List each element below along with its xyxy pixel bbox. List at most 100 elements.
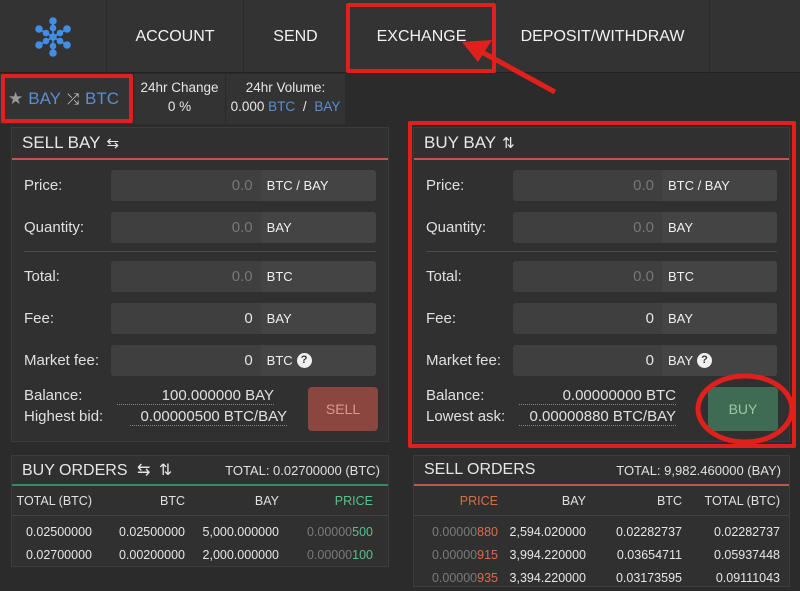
buy-fee-row: Fee: 0 BAY — [426, 303, 777, 334]
col-price[interactable]: PRICE — [285, 494, 379, 508]
buy-total-unit: BTC — [661, 261, 777, 292]
buy-market-fee-input[interactable]: 0 — [513, 345, 662, 376]
buy-price-input[interactable]: 0.0 — [513, 170, 662, 201]
price-dim: 0.00000 — [431, 547, 478, 562]
buy-market-fee-row: Market fee: 0 BAY ? — [426, 345, 777, 376]
table-row[interactable]: 0.00000880 2,594.020000 0.02282737 0.022… — [414, 520, 789, 543]
sell-panel: SELL BAY ⇆ Price: 0.0 BTC / BAY Quantity… — [11, 127, 389, 442]
top-nav: ACCOUNT SEND EXCHANGE DEPOSIT/WITHDRAW — [0, 0, 800, 73]
sell-orders-columns: PRICE BAY BTC TOTAL (BTC) — [414, 486, 789, 516]
sell-qty-unit: BAY — [260, 212, 377, 243]
buy-lowest-ask: Lowest ask: 0.00000880 BTC/BAY — [426, 408, 676, 426]
sort-icon[interactable]: ⇅ — [159, 462, 172, 479]
buy-balance-label: Balance: — [426, 387, 485, 404]
table-row[interactable]: 0.02500000 0.02500000 5,000.000000 0.000… — [12, 520, 388, 543]
cell-price: 0.00000100 — [285, 548, 379, 562]
sell-price-input[interactable]: 0.0 — [111, 170, 261, 201]
sell-market-fee-input[interactable]: 0 — [111, 345, 261, 376]
cell-bay: 2,000.000000 — [202, 547, 279, 562]
logo[interactable] — [0, 0, 107, 73]
star-icon[interactable]: ★ — [8, 89, 23, 109]
cell-btc: 0.00200000 — [118, 547, 185, 562]
col-price[interactable]: PRICE — [414, 494, 504, 508]
tab-deposit-withdraw[interactable]: DEPOSIT/WITHDRAW — [496, 0, 710, 73]
col-bay[interactable]: BAY — [504, 494, 592, 508]
col-total-btc[interactable]: TOTAL (BTC) — [688, 494, 786, 508]
cell-total: 0.09111043 — [715, 570, 780, 585]
tab-send[interactable]: SEND — [244, 0, 348, 73]
buy-orders-title: BUY ORDERS — [22, 462, 128, 479]
buy-button[interactable]: BUY — [708, 387, 778, 431]
sell-qty-row: Quantity: 0.0 BAY — [24, 212, 377, 243]
sell-title: SELL BAY — [22, 133, 101, 152]
buy-ask-value[interactable]: 0.00000880 BTC/BAY — [519, 408, 676, 426]
price-dim: 0.00000 — [306, 547, 353, 562]
sell-button[interactable]: SELL — [308, 387, 378, 431]
cell-price: 0.00000880 — [414, 525, 504, 539]
sell-fee-label: Fee: — [24, 310, 55, 327]
sell-total-row: Total: 0.0 BTC — [24, 261, 377, 292]
col-btc[interactable]: BTC — [98, 494, 191, 508]
price-dim: 0.00000 — [431, 524, 478, 539]
price-hi: 935 — [477, 570, 498, 585]
sell-bid-value[interactable]: 0.00000500 BTC/BAY — [130, 408, 287, 426]
buy-qty-label: Quantity: — [426, 219, 487, 236]
price-hi: 500 — [352, 524, 373, 539]
cell-bay: 5,000.000000 — [202, 524, 279, 539]
sell-orders-header: SELL ORDERS TOTAL: 9,982.460000 (BAY) — [414, 456, 789, 486]
cell-bay: 3,994.220000 — [509, 547, 586, 562]
volume-value: 0.000 — [230, 99, 265, 114]
sell-orders-table: SELL ORDERS TOTAL: 9,982.460000 (BAY) PR… — [413, 455, 790, 587]
cell-btc: 0.02282737 — [615, 524, 682, 539]
tab-exchange[interactable]: EXCHANGE — [348, 0, 496, 73]
buy-total-label: Total: — [426, 268, 462, 285]
buy-orders-total: TOTAL: 0.02700000 (BTC) — [225, 462, 380, 478]
sell-balance-value[interactable]: 100.000000 BAY — [117, 387, 274, 405]
shuffle-icon[interactable]: ⤮ — [67, 91, 79, 108]
market-pair[interactable]: ★ BAY ⤮ BTC — [0, 74, 133, 124]
sell-price-label: Price: — [24, 177, 63, 194]
table-row[interactable]: 0.02700000 0.00200000 2,000.000000 0.000… — [12, 543, 388, 566]
sell-fee-row: Fee: 0 BAY — [24, 303, 377, 334]
cell-btc: 0.03173595 — [615, 570, 682, 585]
sell-price-unit: BTC / BAY — [260, 170, 377, 201]
sell-fee-input[interactable]: 0 — [111, 303, 261, 334]
cell-btc: 0.02500000 — [118, 524, 185, 539]
pair-quote: BTC — [85, 89, 120, 108]
swap-icon[interactable]: ⇆ — [106, 134, 119, 152]
col-total-btc[interactable]: TOTAL (BTC) — [12, 494, 98, 508]
table-row[interactable]: 0.00000915 3,994.220000 0.03654711 0.059… — [414, 543, 789, 566]
buy-qty-input[interactable]: 0.0 — [513, 212, 662, 243]
cell-total: 0.05937448 — [713, 547, 780, 562]
help-icon[interactable]: ? — [296, 353, 312, 368]
sell-total-input[interactable]: 0.0 — [111, 261, 261, 292]
sell-balance: Balance: 100.000000 BAY — [24, 387, 274, 405]
cell-btc: 0.03654711 — [616, 547, 682, 562]
table-row[interactable]: 0.00000935 3,394.220000 0.03173595 0.091… — [414, 566, 789, 589]
change-stat: 24hr Change 0 % — [133, 74, 225, 124]
sell-balance-label: Balance: — [24, 387, 83, 404]
buy-fee-input[interactable]: 0 — [513, 303, 662, 334]
col-bay[interactable]: BAY — [191, 494, 285, 508]
cell-price: 0.00000915 — [414, 548, 504, 562]
sell-market-fee-unit-box: BTC ? — [260, 345, 377, 376]
cell-total: 0.02700000 — [25, 547, 92, 562]
sell-price-row: Price: 0.0 BTC / BAY — [24, 170, 377, 201]
col-btc[interactable]: BTC — [592, 494, 688, 508]
sell-qty-label: Quantity: — [24, 219, 85, 236]
sell-bid-label: Highest bid: — [24, 408, 104, 425]
cell-bay: 3,394.220000 — [509, 570, 586, 585]
volume-label: 24hr Volume: — [245, 80, 326, 95]
network-logo-icon — [35, 16, 71, 57]
buy-balance-value[interactable]: 0.00000000 BTC — [519, 387, 676, 405]
sort-icon[interactable]: ⇅ — [502, 134, 515, 152]
price-hi: 100 — [352, 547, 373, 562]
buy-total-input[interactable]: 0.0 — [513, 261, 662, 292]
swap-icon[interactable]: ⇆ — [137, 462, 150, 479]
sell-qty-input[interactable]: 0.0 — [111, 212, 261, 243]
sell-highest-bid: Highest bid: 0.00000500 BTC/BAY — [24, 408, 287, 426]
buy-market-fee-unit: BAY — [667, 353, 694, 368]
tab-account[interactable]: ACCOUNT — [107, 0, 244, 73]
help-icon[interactable]: ? — [697, 353, 713, 368]
sell-orders-total: TOTAL: 9,982.460000 (BAY) — [616, 462, 781, 478]
